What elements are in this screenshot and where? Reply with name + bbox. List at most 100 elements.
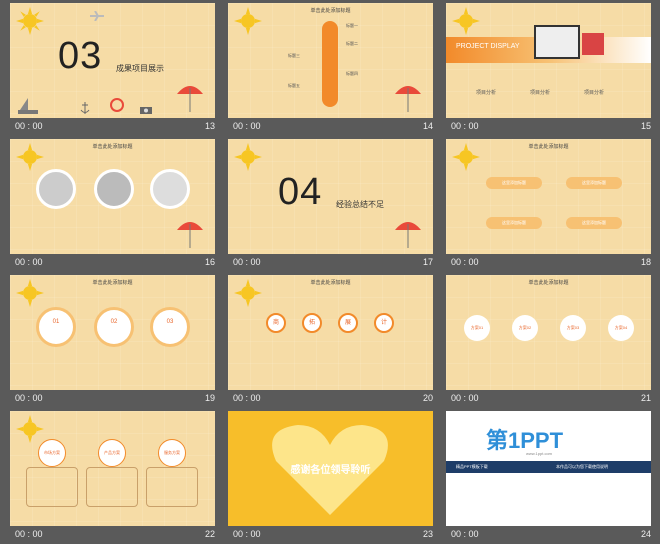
slide-timing: 00 : 00 bbox=[228, 121, 261, 131]
slide-canvas: PROJECT DISPLAY 项目分析 项目分析 项目分析 bbox=[446, 3, 651, 118]
slide-canvas: 单击此处添加标题 商 拓 展 计 bbox=[228, 275, 433, 390]
tag-circle: 产品方案 bbox=[98, 439, 126, 467]
slide-thumb-20[interactable]: 单击此处添加标题 商 拓 展 计 00 : 00 20 bbox=[223, 272, 437, 408]
slide-number: 22 bbox=[204, 529, 215, 539]
slide-number: 17 bbox=[422, 257, 433, 267]
slide-meta: 00 : 00 14 bbox=[228, 121, 433, 133]
slide-thumb-14[interactable]: 单击此处添加标题 标题一 标题二 标题三 标题四 标题五 00 : 00 14 bbox=[223, 0, 437, 136]
slide-timing: 00 : 00 bbox=[10, 257, 43, 267]
photo-circle bbox=[94, 169, 134, 209]
monitor-image bbox=[534, 25, 580, 59]
slide-timing: 00 : 00 bbox=[10, 393, 43, 403]
slide-number: 13 bbox=[204, 121, 215, 131]
slide-thumb-16[interactable]: 单击此处添加标题 00 : 00 16 bbox=[5, 136, 219, 272]
slide-canvas: 04 经验总结不足 bbox=[228, 139, 433, 254]
box-label: 这里添加标题 bbox=[566, 217, 622, 229]
slide-meta: 00 : 00 17 bbox=[228, 257, 433, 269]
plan-circle: 方案02 bbox=[512, 315, 538, 341]
slide-canvas: 第1PPT www.1ppt.com 精品PPT模板下载 本作品可以为您下载使用… bbox=[446, 411, 651, 526]
char-circle: 计 bbox=[374, 313, 394, 333]
slide-thumb-24[interactable]: 第1PPT www.1ppt.com 精品PPT模板下载 本作品可以为您下载使用… bbox=[441, 408, 655, 544]
label-4: 标题四 bbox=[346, 71, 358, 76]
sun-icon bbox=[16, 7, 44, 35]
slide-timing: 00 : 00 bbox=[446, 393, 479, 403]
timeline-bar bbox=[322, 21, 338, 107]
step-circle: 03 bbox=[150, 307, 190, 347]
photo-circle bbox=[36, 169, 76, 209]
slide-timing: 00 : 00 bbox=[10, 529, 43, 539]
slide-thumb-21[interactable]: 单击此处添加标题 方案01 方案02 方案03 方案04 00 : 00 21 bbox=[441, 272, 655, 408]
label-5: 标题五 bbox=[288, 83, 300, 88]
section-number: 04 bbox=[278, 171, 323, 213]
section-number: 03 bbox=[58, 35, 103, 77]
step-circle: 01 bbox=[36, 307, 76, 347]
logo-url: www.1ppt.com bbox=[526, 451, 553, 456]
text-box bbox=[26, 467, 78, 507]
slide-thumb-23[interactable]: 感谢各位领导聆听 00 : 00 23 bbox=[223, 408, 437, 544]
boat-icon bbox=[18, 98, 38, 114]
slide-thumb-22[interactable]: 市场方案 产品方案 服务方案 00 : 00 22 bbox=[5, 408, 219, 544]
umbrella-icon bbox=[177, 222, 203, 248]
slide-canvas: 03 成果项目展示 bbox=[10, 3, 215, 118]
slide-thumb-18[interactable]: 单击此处添加标题 这里添加标题 这里添加标题 这里添加标题 这里添加标题 00 … bbox=[441, 136, 655, 272]
section-title: 成果项目展示 bbox=[116, 64, 164, 73]
text-box bbox=[86, 467, 138, 507]
char-circle: 展 bbox=[338, 313, 358, 333]
left-heading: 精品PPT模板下载 bbox=[456, 464, 488, 469]
slide-canvas: 单击此处添加标题 标题一 标题二 标题三 标题四 标题五 bbox=[228, 3, 433, 118]
slide-title: 单击此处添加标题 bbox=[310, 8, 351, 14]
slide-canvas: 单击此处添加标题 方案01 方案02 方案03 方案04 bbox=[446, 275, 651, 390]
slide-canvas: 单击此处添加标题 这里添加标题 这里添加标题 这里添加标题 这里添加标题 bbox=[446, 139, 651, 254]
slide-meta: 00 : 00 15 bbox=[446, 121, 651, 133]
slide-meta: 00 : 00 23 bbox=[228, 529, 433, 541]
item-3: 项目分析 bbox=[584, 90, 605, 96]
slide-thumb-17[interactable]: 04 经验总结不足 00 : 00 17 bbox=[223, 136, 437, 272]
tag-circle: 服务方案 bbox=[158, 439, 186, 467]
slide-timing: 00 : 00 bbox=[446, 529, 479, 539]
slide-canvas: 单击此处添加标题 bbox=[10, 139, 215, 254]
slide-meta: 00 : 00 13 bbox=[10, 121, 215, 133]
thanks-text: 感谢各位领导聆听 bbox=[290, 465, 371, 476]
plan-circle: 方案03 bbox=[560, 315, 586, 341]
slide-meta: 00 : 00 21 bbox=[446, 393, 651, 405]
char-circle: 拓 bbox=[302, 313, 322, 333]
slide-title: 单击此处添加标题 bbox=[310, 280, 351, 286]
anchor-icon bbox=[80, 102, 90, 114]
slide-number: 14 bbox=[422, 121, 433, 131]
slide-number: 15 bbox=[640, 121, 651, 131]
tag-circle: 市场方案 bbox=[38, 439, 66, 467]
item-2: 项目分析 bbox=[530, 90, 551, 96]
plane-icon bbox=[90, 11, 104, 21]
photo-circle bbox=[150, 169, 190, 209]
cube-image bbox=[582, 33, 604, 55]
slide-timing: 00 : 00 bbox=[446, 257, 479, 267]
slide-title: 单击此处添加标题 bbox=[528, 144, 569, 150]
slide-timing: 00 : 00 bbox=[10, 121, 43, 131]
umbrella-icon bbox=[177, 86, 203, 112]
slide-meta: 00 : 00 24 bbox=[446, 529, 651, 541]
item-1: 项目分析 bbox=[476, 90, 497, 96]
slide-meta: 00 : 00 22 bbox=[10, 529, 215, 541]
sun-icon bbox=[16, 415, 44, 443]
slide-thumb-15[interactable]: PROJECT DISPLAY 项目分析 项目分析 项目分析 00 : 00 15 bbox=[441, 0, 655, 136]
slide-thumb-19[interactable]: 单击此处添加标题 01 02 03 00 : 00 19 bbox=[5, 272, 219, 408]
box-label: 这里添加标题 bbox=[566, 177, 622, 189]
slide-canvas: 单击此处添加标题 01 02 03 bbox=[10, 275, 215, 390]
section-title: 经验总结不足 bbox=[336, 200, 384, 209]
slide-meta: 00 : 00 18 bbox=[446, 257, 651, 269]
label-3: 标题三 bbox=[288, 53, 300, 58]
plan-circle: 方案04 bbox=[608, 315, 634, 341]
slide-canvas: 感谢各位领导聆听 bbox=[228, 411, 433, 526]
camera-icon bbox=[140, 107, 152, 114]
slide-thumb-13[interactable]: 03 成果项目展示 00 : 00 13 bbox=[5, 0, 219, 136]
slide-number: 24 bbox=[640, 529, 651, 539]
slide-title: 单击此处添加标题 bbox=[92, 144, 133, 150]
slide-meta: 00 : 00 16 bbox=[10, 257, 215, 269]
slide-title: 单击此处添加标题 bbox=[528, 280, 569, 286]
umbrella-icon bbox=[395, 222, 421, 248]
slide-number: 18 bbox=[640, 257, 651, 267]
label-1: 标题一 bbox=[346, 23, 358, 28]
slide-number: 21 bbox=[640, 393, 651, 403]
slide-title: 单击此处添加标题 bbox=[92, 280, 133, 286]
slide-number: 16 bbox=[204, 257, 215, 267]
